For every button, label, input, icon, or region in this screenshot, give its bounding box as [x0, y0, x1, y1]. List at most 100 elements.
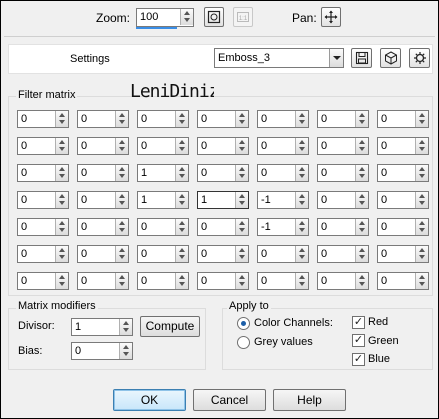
- help-button[interactable]: Help: [273, 389, 346, 411]
- matrix-cell[interactable]: 0: [137, 218, 189, 236]
- bias-stepper[interactable]: [119, 343, 132, 359]
- matrix-cell-stepper[interactable]: [415, 111, 428, 127]
- matrix-cell[interactable]: 0: [317, 272, 369, 290]
- matrix-cell[interactable]: 0: [197, 110, 249, 128]
- matrix-cell[interactable]: 0: [377, 191, 429, 209]
- matrix-cell-stepper[interactable]: [115, 192, 128, 208]
- matrix-cell-stepper[interactable]: [295, 273, 308, 289]
- settings-preset-dropdown[interactable]: Emboss_3: [214, 48, 344, 68]
- matrix-cell-stepper[interactable]: [295, 111, 308, 127]
- bias-input[interactable]: 0: [71, 342, 133, 360]
- matrix-cell[interactable]: 0: [77, 110, 129, 128]
- matrix-cell-stepper[interactable]: [175, 138, 188, 154]
- matrix-cell[interactable]: 0: [77, 137, 129, 155]
- matrix-cell[interactable]: 0: [137, 137, 189, 155]
- matrix-cell-stepper[interactable]: [355, 192, 368, 208]
- pan-button[interactable]: [321, 7, 341, 27]
- matrix-cell-stepper[interactable]: [175, 192, 188, 208]
- matrix-cell-stepper[interactable]: [115, 246, 128, 262]
- matrix-cell-stepper[interactable]: [115, 219, 128, 235]
- matrix-cell-stepper[interactable]: [55, 111, 68, 127]
- matrix-cell[interactable]: 0: [377, 218, 429, 236]
- matrix-cell[interactable]: 1: [137, 191, 189, 209]
- matrix-cell[interactable]: 0: [197, 272, 249, 290]
- matrix-cell[interactable]: -1: [257, 218, 309, 236]
- matrix-cell[interactable]: 0: [377, 137, 429, 155]
- matrix-cell[interactable]: 0: [77, 191, 129, 209]
- ok-button[interactable]: OK: [113, 389, 186, 411]
- matrix-cell[interactable]: 0: [197, 245, 249, 263]
- matrix-cell[interactable]: 0: [17, 245, 69, 263]
- matrix-cell[interactable]: 0: [257, 245, 309, 263]
- matrix-cell-stepper[interactable]: [55, 219, 68, 235]
- matrix-cell-stepper[interactable]: [235, 273, 248, 289]
- matrix-cell-stepper[interactable]: [355, 219, 368, 235]
- matrix-cell-stepper[interactable]: [55, 165, 68, 181]
- matrix-cell-stepper[interactable]: [175, 273, 188, 289]
- blue-checkbox[interactable]: ✓: [352, 353, 365, 366]
- zoom-actual-size-button[interactable]: 1:1: [233, 7, 253, 27]
- matrix-cell-stepper[interactable]: [355, 246, 368, 262]
- matrix-cell[interactable]: 0: [17, 110, 69, 128]
- zoom-input[interactable]: 100: [136, 8, 194, 27]
- matrix-cell-stepper[interactable]: [415, 273, 428, 289]
- matrix-cell-stepper[interactable]: [55, 138, 68, 154]
- matrix-cell-stepper[interactable]: [415, 192, 428, 208]
- matrix-cell[interactable]: 1: [197, 191, 249, 209]
- green-checkbox[interactable]: ✓: [352, 334, 365, 347]
- zoom-stepper[interactable]: [180, 9, 193, 25]
- compute-button[interactable]: Compute: [140, 316, 200, 337]
- matrix-cell-stepper[interactable]: [175, 219, 188, 235]
- matrix-cell-stepper[interactable]: [355, 273, 368, 289]
- matrix-cell-stepper[interactable]: [235, 111, 248, 127]
- matrix-cell-stepper[interactable]: [235, 165, 248, 181]
- matrix-cell[interactable]: 1: [137, 164, 189, 182]
- chevron-down-icon[interactable]: [329, 49, 343, 67]
- matrix-cell[interactable]: -1: [257, 191, 309, 209]
- cancel-button[interactable]: Cancel: [193, 389, 266, 411]
- matrix-cell[interactable]: 0: [317, 110, 369, 128]
- matrix-cell[interactable]: 0: [197, 137, 249, 155]
- red-checkbox[interactable]: ✓: [352, 316, 365, 329]
- matrix-cell[interactable]: 0: [17, 164, 69, 182]
- matrix-cell-stepper[interactable]: [55, 246, 68, 262]
- matrix-cell[interactable]: 0: [137, 110, 189, 128]
- matrix-cell[interactable]: 0: [197, 218, 249, 236]
- matrix-cell[interactable]: 0: [257, 164, 309, 182]
- matrix-cell-stepper[interactable]: [235, 219, 248, 235]
- matrix-cell[interactable]: 0: [377, 245, 429, 263]
- matrix-cell-stepper[interactable]: [355, 138, 368, 154]
- matrix-cell[interactable]: 0: [137, 245, 189, 263]
- matrix-cell-stepper[interactable]: [115, 165, 128, 181]
- matrix-cell[interactable]: 0: [257, 110, 309, 128]
- divisor-stepper[interactable]: [119, 319, 132, 335]
- preset-options-button[interactable]: [409, 48, 430, 68]
- matrix-cell[interactable]: 0: [257, 272, 309, 290]
- matrix-cell-stepper[interactable]: [55, 273, 68, 289]
- matrix-cell[interactable]: 0: [77, 272, 129, 290]
- matrix-cell-stepper[interactable]: [235, 246, 248, 262]
- reset-preset-button[interactable]: [380, 48, 401, 68]
- matrix-cell-stepper[interactable]: [115, 138, 128, 154]
- matrix-cell[interactable]: 0: [317, 245, 369, 263]
- matrix-cell-stepper[interactable]: [415, 165, 428, 181]
- matrix-cell[interactable]: 0: [317, 137, 369, 155]
- matrix-cell[interactable]: 0: [317, 191, 369, 209]
- matrix-cell[interactable]: 0: [257, 137, 309, 155]
- matrix-cell[interactable]: 0: [17, 218, 69, 236]
- matrix-cell-stepper[interactable]: [415, 219, 428, 235]
- matrix-cell-stepper[interactable]: [355, 165, 368, 181]
- save-preset-button[interactable]: [351, 48, 372, 68]
- matrix-cell-stepper[interactable]: [115, 111, 128, 127]
- matrix-cell-stepper[interactable]: [415, 246, 428, 262]
- matrix-cell-stepper[interactable]: [295, 165, 308, 181]
- matrix-cell[interactable]: 0: [197, 164, 249, 182]
- matrix-cell[interactable]: 0: [317, 164, 369, 182]
- grey-values-radio[interactable]: [237, 336, 250, 349]
- matrix-cell-stepper[interactable]: [175, 246, 188, 262]
- matrix-cell[interactable]: 0: [77, 218, 129, 236]
- matrix-cell[interactable]: 0: [317, 218, 369, 236]
- divisor-input[interactable]: 1: [71, 318, 133, 336]
- matrix-cell-stepper[interactable]: [175, 165, 188, 181]
- matrix-cell[interactable]: 0: [377, 110, 429, 128]
